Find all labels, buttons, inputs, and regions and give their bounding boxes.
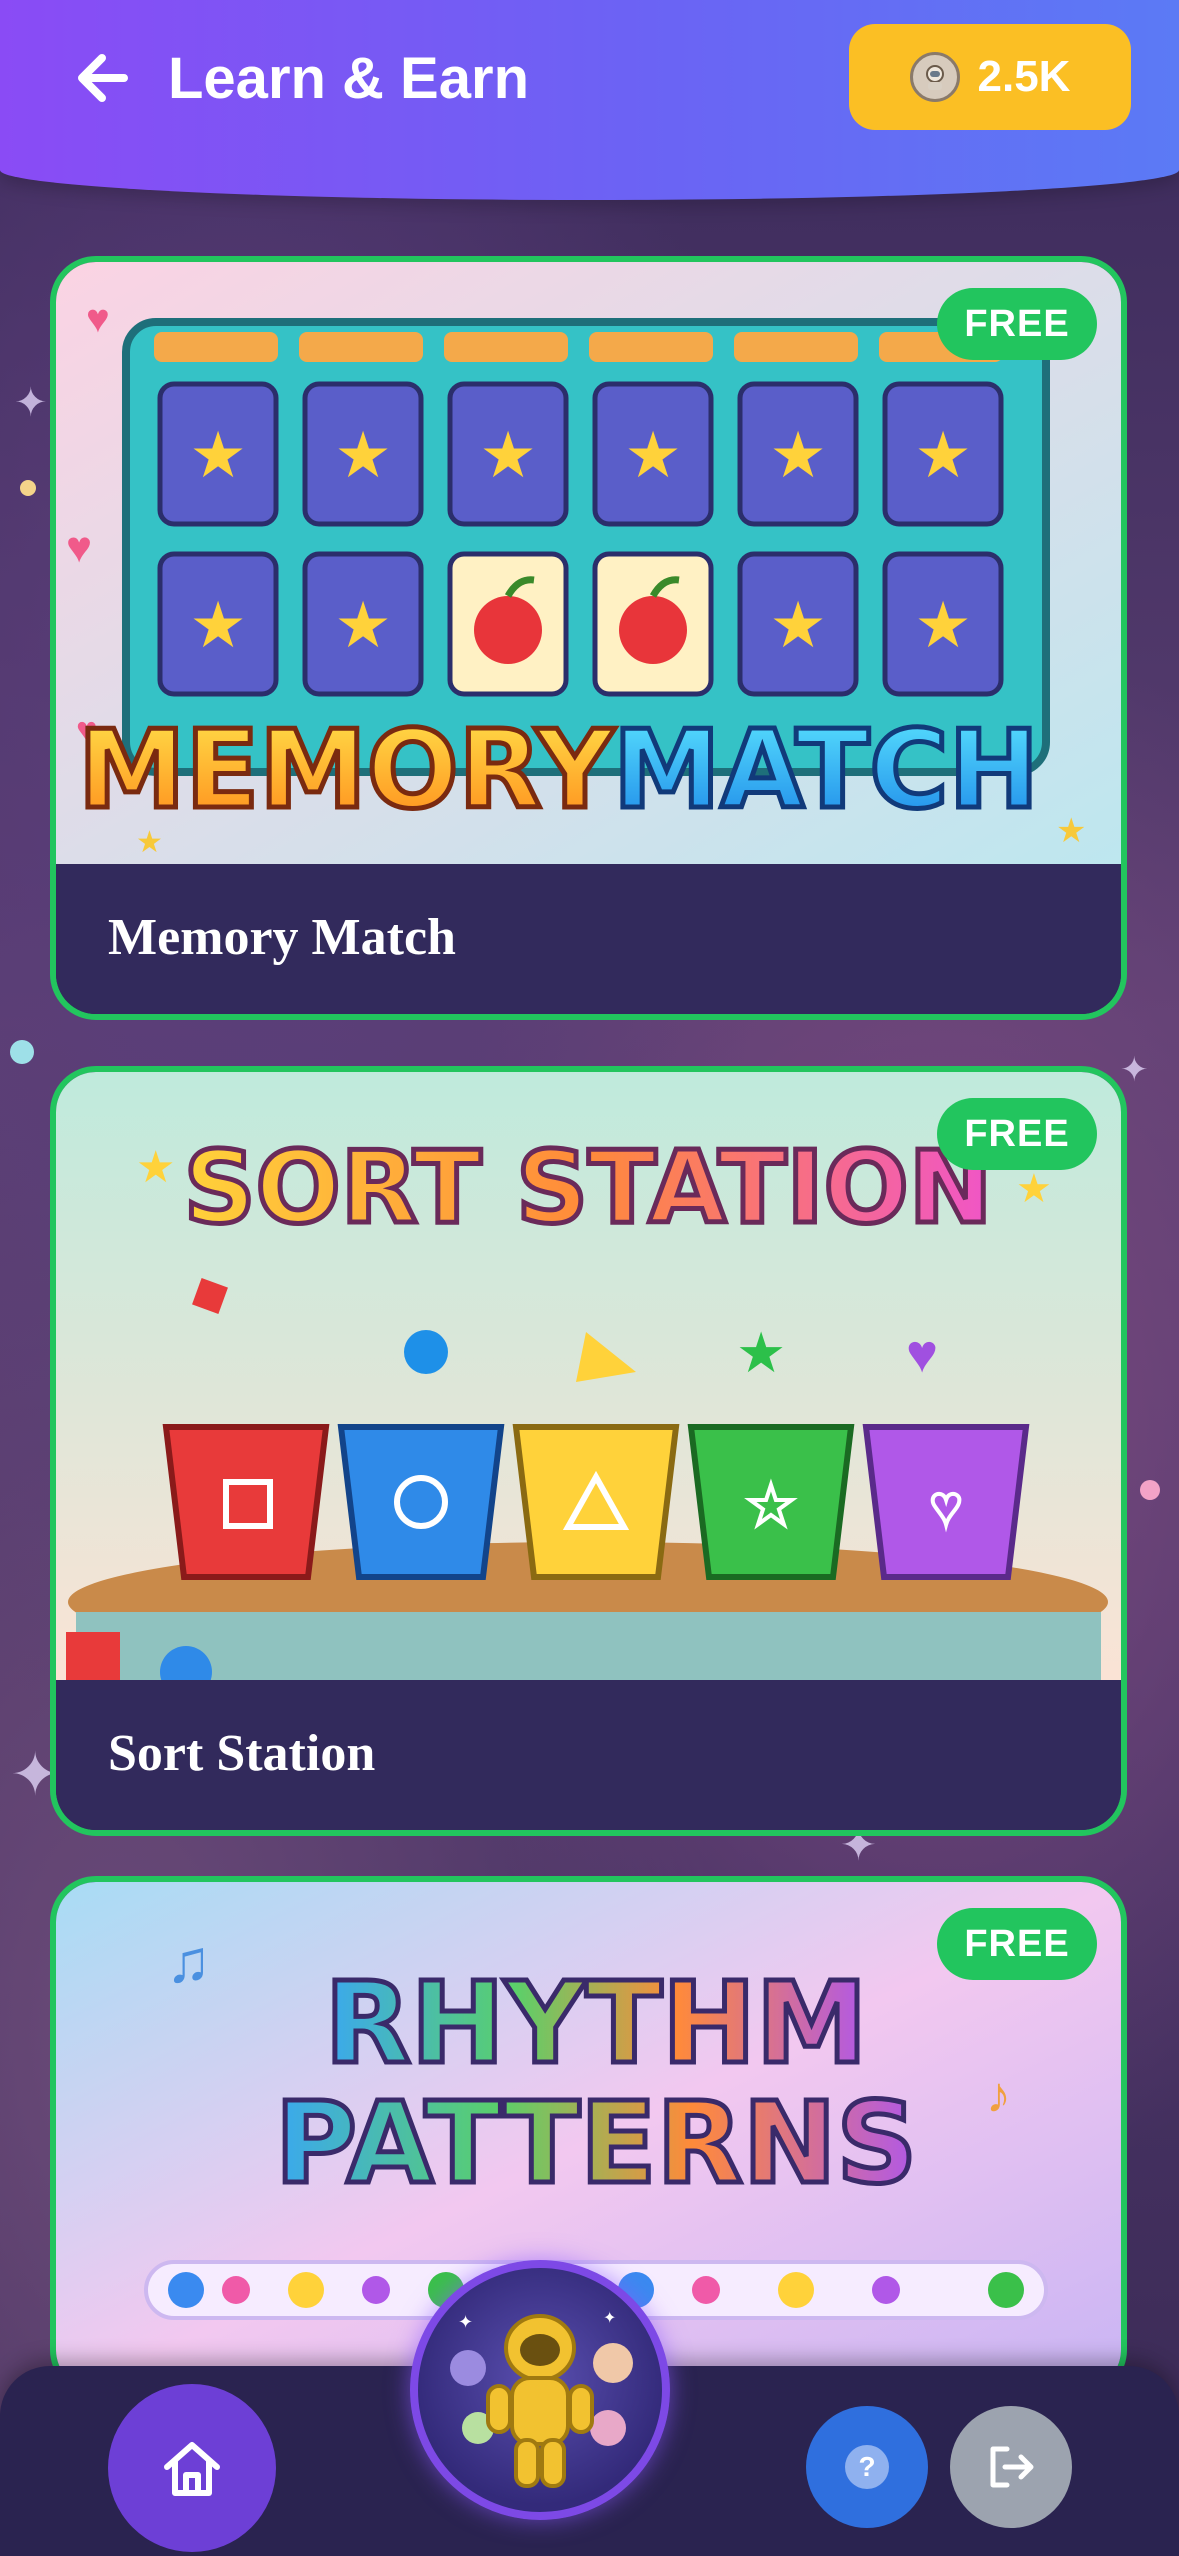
art-text-sort-station: SORT STATION <box>184 1129 993 1246</box>
bg-sparkle: ✦ <box>14 380 48 426</box>
svg-text:♥: ♥ <box>906 1324 938 1384</box>
svg-text:★: ★ <box>736 1321 786 1384</box>
svg-text:★: ★ <box>624 419 681 491</box>
logout-icon <box>990 2446 1034 2488</box>
bg-dot <box>10 1040 34 1064</box>
back-arrow-icon <box>78 54 128 102</box>
astronaut-avatar: ✦ ✦ <box>450 2310 633 2488</box>
game-card-memory-match[interactable]: FREE ♥ ♥ ♥ ♥ ★ ★ <box>50 256 1127 1020</box>
page-title: Learn & Earn <box>168 46 529 111</box>
svg-text:★: ★ <box>1016 1167 1052 1211</box>
home-button[interactable] <box>108 2384 276 2552</box>
svg-text:★: ★ <box>189 419 246 491</box>
card-title: Sort Station <box>108 1725 376 1782</box>
svg-text:♫: ♫ <box>166 1928 211 1995</box>
help-icon: ? <box>845 2445 889 2489</box>
art-text-patterns: PATTERNS <box>275 2079 917 2209</box>
game-card-sort-station[interactable]: FREE SORT STATION ★ ★ ★ ♥ ★ ♥ Sort Stati… <box>50 1066 1127 1836</box>
coin-balance[interactable]: 2.5K <box>849 24 1131 130</box>
logout-button[interactable] <box>950 2406 1072 2528</box>
back-button[interactable] <box>68 48 138 108</box>
svg-text:★: ★ <box>334 419 391 491</box>
art-text-memory: MEMORY <box>78 708 616 833</box>
help-button[interactable]: ? <box>806 2406 928 2528</box>
svg-text:★: ★ <box>479 419 536 491</box>
coin-count: 2.5K <box>977 52 1071 101</box>
bg-dot <box>20 480 36 496</box>
svg-text:♥: ♥ <box>66 523 92 572</box>
card-footer: Sort Station <box>56 1680 1121 1830</box>
svg-text:★: ★ <box>136 1143 175 1192</box>
app-header: Learn & Earn 2.5K <box>0 0 1179 200</box>
bg-sparkle: ✦ <box>1120 1050 1149 1090</box>
astronaut-coin-icon <box>909 52 960 102</box>
art-text-match: MATCH <box>613 708 1039 833</box>
free-badge: FREE <box>937 1908 1097 1980</box>
svg-text:♥: ♥ <box>86 297 110 341</box>
svg-text:★: ★ <box>769 419 826 491</box>
svg-text:✦: ✦ <box>603 2310 616 2327</box>
svg-text:★: ★ <box>334 589 391 661</box>
bg-dot <box>1140 1480 1160 1500</box>
svg-text:✦: ✦ <box>458 2312 473 2332</box>
card-title: Memory Match <box>108 909 456 966</box>
svg-text:★: ★ <box>914 419 971 491</box>
svg-text:♪: ♪ <box>986 2067 1011 2123</box>
svg-text:♥: ♥ <box>930 1476 962 1536</box>
free-badge: FREE <box>937 288 1097 360</box>
svg-text:★: ★ <box>189 589 246 661</box>
svg-text:★: ★ <box>914 589 971 661</box>
svg-text:★: ★ <box>769 589 826 661</box>
card-footer: Memory Match <box>56 864 1121 1014</box>
free-badge: FREE <box>937 1098 1097 1170</box>
home-icon <box>164 2442 220 2496</box>
astronaut-avatar-button[interactable]: ✦ ✦ <box>410 2260 670 2520</box>
art-text-rhythm: RHYTHM <box>325 1959 868 2089</box>
svg-text:★: ★ <box>747 1476 795 1536</box>
svg-text:★: ★ <box>1056 812 1086 850</box>
